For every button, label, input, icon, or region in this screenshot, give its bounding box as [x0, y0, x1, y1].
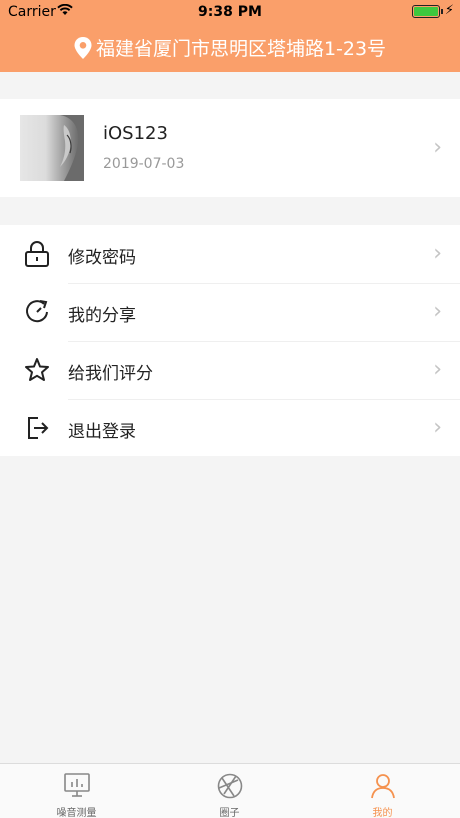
- header: Carrier 9:38 PM ⚡ 福建省厦门市思明区塔埔路1-23号: [0, 0, 460, 72]
- location-bar[interactable]: 福建省厦门市思明区塔埔路1-23号: [0, 34, 460, 62]
- status-bar: Carrier 9:38 PM ⚡: [0, 0, 460, 24]
- status-time: 9:38 PM: [198, 4, 262, 20]
- logout-icon: [28, 417, 49, 439]
- menu-item-label: 修改密码: [68, 248, 136, 268]
- tab-label: 圈子: [219, 808, 240, 818]
- tab-circle[interactable]: 圈子: [153, 764, 306, 818]
- chevron-right-icon: ›: [433, 357, 442, 382]
- tab-noise-measure[interactable]: 噪音测量: [0, 764, 153, 818]
- location-pin-icon: [74, 37, 92, 59]
- profile-card[interactable]: iOS123 2019-07-03 ›: [0, 99, 460, 197]
- lock-icon: [25, 241, 49, 267]
- register-date: 2019-07-03: [103, 156, 185, 172]
- location-text: 福建省厦门市思明区塔埔路1-23号: [95, 38, 387, 60]
- username: iOS123: [103, 123, 168, 144]
- battery-tip: [441, 9, 443, 14]
- battery-icon: [412, 5, 440, 18]
- menu-item-logout[interactable]: 退出登录 ›: [0, 399, 460, 457]
- chevron-right-icon: ›: [433, 241, 442, 266]
- chevron-right-icon: ›: [433, 135, 442, 160]
- avatar[interactable]: [20, 115, 84, 181]
- menu-item-label: 给我们评分: [68, 364, 153, 384]
- settings-menu: 修改密码 › 我的分享 › 给我们评分 › 退出登录 ›: [0, 225, 460, 456]
- share-icon: [26, 300, 48, 323]
- menu-item-label: 退出登录: [68, 422, 136, 442]
- tab-label: 我的: [372, 808, 393, 818]
- menu-item-rate-us[interactable]: 给我们评分 ›: [0, 341, 460, 399]
- tab-label: 噪音测量: [56, 808, 97, 818]
- charging-icon: ⚡: [444, 3, 454, 18]
- menu-item-my-share[interactable]: 我的分享 ›: [0, 283, 460, 341]
- star-icon: [25, 358, 49, 381]
- menu-item-change-password[interactable]: 修改密码 ›: [0, 225, 460, 283]
- chevron-right-icon: ›: [433, 415, 442, 440]
- chevron-right-icon: ›: [433, 299, 442, 324]
- menu-item-label: 我的分享: [68, 306, 136, 326]
- monitor-icon: [63, 773, 90, 797]
- aperture-icon: [217, 773, 242, 799]
- person-icon: [370, 774, 395, 799]
- tab-bar: 噪音测量 圈子 我的: [0, 763, 460, 818]
- tab-mine[interactable]: 我的: [306, 764, 459, 818]
